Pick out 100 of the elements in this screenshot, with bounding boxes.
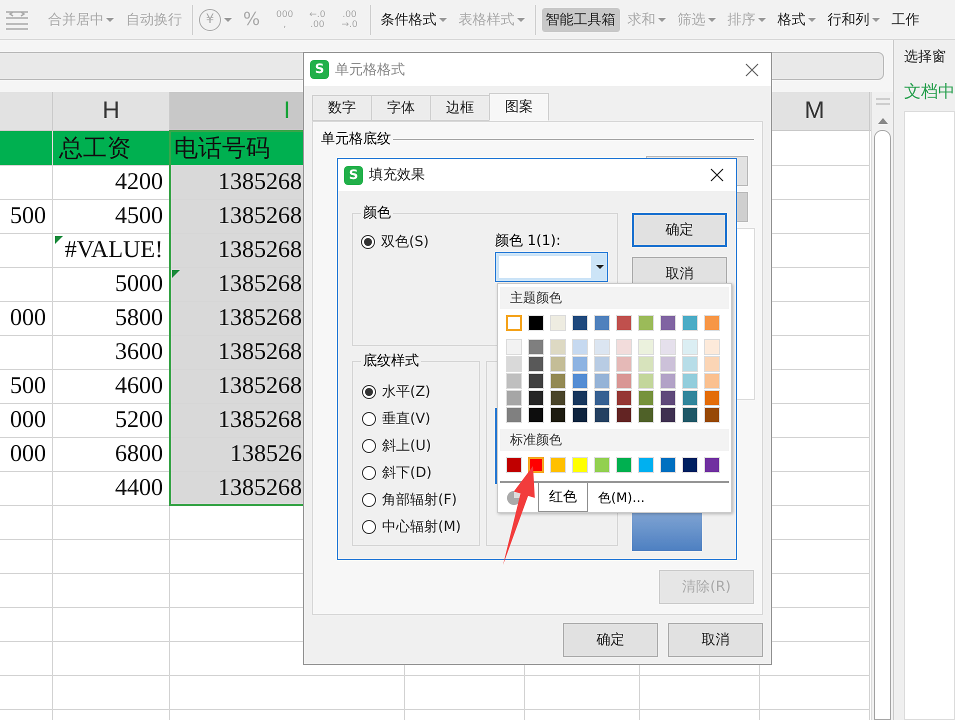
table-cell: 5000 [53, 268, 170, 302]
merge-icon[interactable] [4, 8, 30, 30]
color-swatch[interactable] [638, 457, 654, 473]
color-swatch[interactable] [506, 457, 522, 473]
color-swatch[interactable] [682, 390, 698, 406]
color-swatch[interactable] [682, 407, 698, 423]
color-dropdown[interactable] [494, 252, 608, 282]
color-swatch[interactable] [528, 356, 544, 372]
color-swatch[interactable] [528, 390, 544, 406]
color-swatch[interactable] [616, 390, 632, 406]
color-swatch[interactable] [682, 373, 698, 389]
color-swatch[interactable] [506, 356, 522, 372]
color-swatch[interactable] [506, 315, 522, 331]
split-handle-icon[interactable] [876, 98, 890, 106]
color-swatch[interactable] [704, 373, 720, 389]
color-swatch[interactable] [616, 373, 632, 389]
color-swatch[interactable] [704, 315, 720, 331]
color-swatch[interactable] [572, 407, 588, 423]
color-swatch[interactable] [550, 339, 566, 355]
color-swatch[interactable] [550, 407, 566, 423]
color-swatch[interactable] [616, 315, 632, 331]
color-swatch[interactable] [616, 339, 632, 355]
color-swatch[interactable] [594, 339, 610, 355]
tab[interactable]: 数字 [312, 95, 372, 121]
color-swatch[interactable] [528, 315, 544, 331]
color-swatch[interactable] [550, 373, 566, 389]
table-cell: 500 [0, 370, 53, 404]
color-swatch[interactable] [550, 356, 566, 372]
close-icon[interactable] [710, 168, 724, 182]
color-swatch[interactable] [660, 315, 676, 331]
color-swatch[interactable] [594, 356, 610, 372]
color-swatch[interactable] [638, 315, 654, 331]
color-swatch[interactable] [704, 339, 720, 355]
color-swatch[interactable] [660, 339, 676, 355]
tab[interactable]: 字体 [371, 95, 431, 121]
color-swatch[interactable] [572, 356, 588, 372]
color-swatch[interactable] [506, 339, 522, 355]
tab[interactable]: 边框 [430, 95, 490, 121]
caret-icon [516, 18, 525, 22]
color-swatch[interactable] [528, 407, 544, 423]
color-swatch[interactable] [616, 457, 632, 473]
color-swatch[interactable] [528, 339, 544, 355]
object-list[interactable] [904, 111, 955, 720]
color-swatch[interactable] [660, 457, 676, 473]
toolbar-button[interactable]: 格式 [774, 8, 820, 32]
toolbar-button[interactable]: 行和列 [824, 8, 884, 32]
color-swatch[interactable] [682, 315, 698, 331]
color-swatch[interactable] [594, 390, 610, 406]
table-cell [0, 268, 53, 302]
toolbar-button[interactable]: 条件格式 [376, 8, 451, 32]
table-cell [0, 472, 53, 506]
toolbar-button[interactable]: 智能工具箱 [542, 8, 620, 32]
dialog-button[interactable]: 确定 [563, 623, 658, 657]
color-swatch[interactable] [704, 457, 720, 473]
color-swatch[interactable] [528, 373, 544, 389]
color-swatch[interactable] [506, 373, 522, 389]
color-swatch[interactable] [572, 457, 588, 473]
color-swatch[interactable] [638, 339, 654, 355]
color-swatch[interactable] [638, 373, 654, 389]
scrollbar-thumb[interactable] [874, 130, 892, 720]
color-swatch[interactable] [660, 356, 676, 372]
color-swatch[interactable] [638, 356, 654, 372]
color-swatch[interactable] [638, 407, 654, 423]
color-swatch[interactable] [704, 407, 720, 423]
color-swatch[interactable] [704, 390, 720, 406]
color-swatch[interactable] [572, 339, 588, 355]
dialog-button[interactable]: 取消 [668, 623, 763, 657]
color-swatch[interactable] [616, 407, 632, 423]
color-swatch[interactable] [594, 373, 610, 389]
color-swatch[interactable] [550, 457, 566, 473]
color-swatch[interactable] [660, 373, 676, 389]
radio-option[interactable]: 中心辐射(M) [362, 517, 479, 537]
tab[interactable]: 图案 [489, 93, 549, 121]
table-cell [0, 336, 53, 370]
color-swatch[interactable] [704, 356, 720, 372]
color-swatch[interactable] [660, 407, 676, 423]
color-swatch[interactable] [594, 407, 610, 423]
color-swatch[interactable] [572, 390, 588, 406]
color-swatch[interactable] [660, 390, 676, 406]
color-swatch[interactable] [682, 339, 698, 355]
color-swatch[interactable] [506, 390, 522, 406]
color-swatch[interactable] [572, 315, 588, 331]
color-swatch[interactable] [682, 457, 698, 473]
dialog-button[interactable]: 确定 [632, 213, 727, 247]
color-swatch[interactable] [682, 356, 698, 372]
color-swatch[interactable] [506, 407, 522, 423]
color-swatch[interactable] [594, 457, 610, 473]
more-colors-item[interactable]: 色(M)... [598, 489, 645, 507]
toolbar-button[interactable]: 工作 [888, 8, 924, 32]
color-swatch[interactable] [616, 356, 632, 372]
color-swatch[interactable] [528, 457, 544, 473]
color-swatch[interactable] [550, 315, 566, 331]
scroll-up-icon[interactable] [878, 118, 888, 124]
table-cell [0, 234, 53, 268]
panel-title: 选择窗 [904, 48, 947, 66]
table-cell: 总工资 [53, 131, 170, 166]
color-swatch[interactable] [638, 390, 654, 406]
color-swatch[interactable] [550, 390, 566, 406]
color-swatch[interactable] [594, 315, 610, 331]
color-swatch[interactable] [572, 373, 588, 389]
